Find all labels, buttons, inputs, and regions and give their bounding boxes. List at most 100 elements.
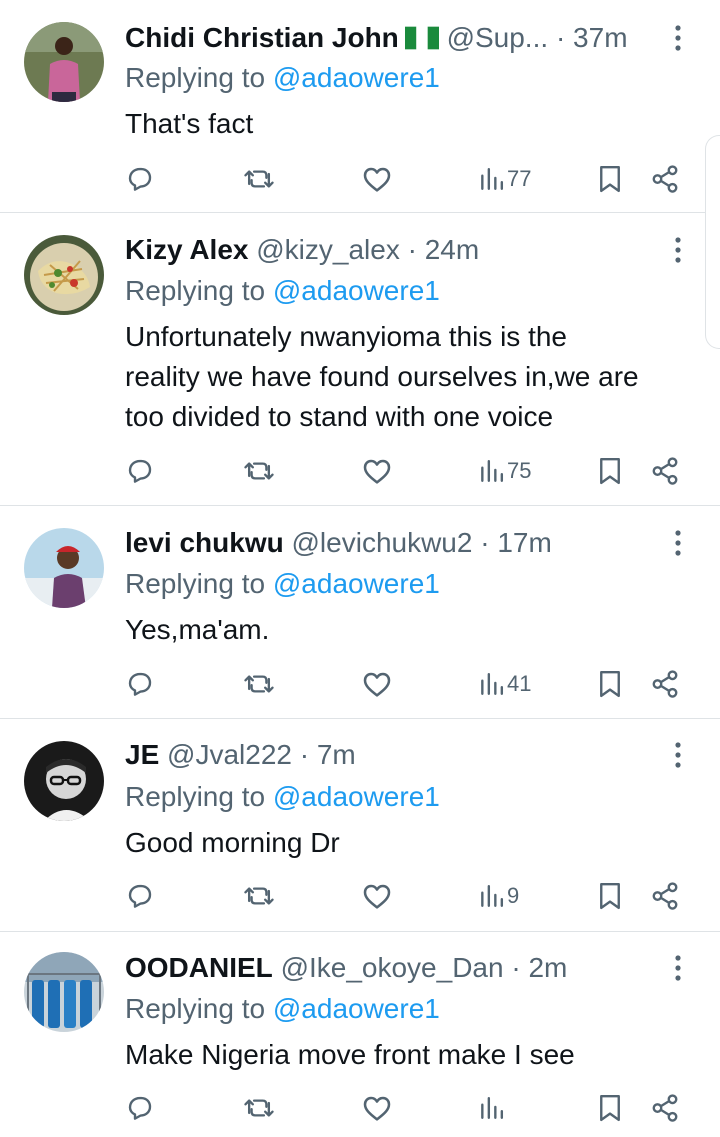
handle[interactable]: @Jval222: [167, 739, 292, 770]
bookmark-button[interactable]: [597, 159, 623, 199]
replying-to: Replying to @adaowere1: [125, 566, 440, 602]
like-button[interactable]: [361, 664, 393, 704]
bookmark-button[interactable]: [597, 1088, 623, 1128]
action-bar: 75: [0, 451, 720, 491]
timestamp[interactable]: 7m: [317, 739, 356, 770]
reply-button[interactable]: [125, 1088, 155, 1128]
views-button[interactable]: [478, 1088, 507, 1128]
bookmark-button[interactable]: [597, 876, 623, 916]
repost-button[interactable]: [243, 1088, 275, 1128]
more-options-icon[interactable]: [668, 950, 688, 986]
reply-button[interactable]: [125, 876, 155, 916]
reply-item[interactable]: OODANIEL @Ike_okoye_Dan · 2m Replying to…: [0, 932, 720, 1136]
views-count: 75: [507, 458, 532, 483]
reply-button[interactable]: [125, 159, 155, 199]
like-button[interactable]: [361, 1088, 393, 1128]
share-button[interactable]: [650, 1088, 680, 1128]
handle[interactable]: @Sup...: [447, 22, 549, 53]
like-button[interactable]: [361, 451, 393, 491]
avatar[interactable]: [24, 22, 104, 102]
replying-to: Replying to @adaowere1: [125, 779, 440, 815]
reply-header: Chidi Christian John @Sup... · 37m: [125, 20, 660, 59]
bookmark-icon: [600, 1094, 620, 1122]
timestamp[interactable]: 24m: [425, 234, 479, 265]
reply-header: Kizy Alex @kizy_alex · 24m: [125, 232, 660, 268]
mention-link[interactable]: @adaowere1: [273, 993, 440, 1024]
reply-button[interactable]: [125, 664, 155, 704]
views-button[interactable]: 77: [478, 159, 531, 199]
reply-item[interactable]: JE @Jval222 · 7m Replying to @adaowere1 …: [0, 719, 720, 931]
repost-button[interactable]: [243, 451, 275, 491]
replying-prefix: Replying to: [125, 568, 266, 599]
more-options-icon[interactable]: [668, 232, 688, 268]
mention-link[interactable]: @adaowere1: [273, 275, 440, 306]
repost-button[interactable]: [243, 664, 275, 704]
repost-icon: [244, 675, 274, 693]
like-button[interactable]: [361, 159, 393, 199]
views-button[interactable]: 41: [478, 664, 531, 704]
share-button[interactable]: [650, 664, 680, 704]
reply-text-line: Good morning Dr: [125, 827, 340, 858]
heart-icon: [363, 459, 391, 484]
repost-button[interactable]: [243, 876, 275, 916]
handle[interactable]: @Ike_okoye_Dan: [281, 952, 504, 983]
bookmark-button[interactable]: [597, 664, 623, 704]
separator-dot: ·: [407, 234, 417, 265]
reply-text: Yes,ma'am.: [125, 610, 696, 650]
more-options-icon[interactable]: [668, 737, 688, 773]
more-options-icon[interactable]: [668, 525, 688, 561]
reply-text: Good morning Dr: [125, 823, 696, 863]
more-options-icon[interactable]: [668, 20, 688, 56]
handle[interactable]: @levichukwu2: [292, 527, 473, 558]
share-button[interactable]: [650, 159, 680, 199]
action-bar: 77: [0, 159, 720, 199]
like-button[interactable]: [361, 876, 393, 916]
avatar[interactable]: [24, 528, 104, 608]
share-button[interactable]: [650, 451, 680, 491]
timestamp[interactable]: 37m: [573, 22, 627, 53]
separator-dot: ·: [511, 952, 521, 983]
display-name[interactable]: OODANIEL: [125, 952, 273, 983]
reply-button[interactable]: [125, 451, 155, 491]
display-name[interactable]: Chidi Christian John: [125, 22, 399, 53]
views-chart-icon: [481, 885, 504, 907]
views-button[interactable]: 75: [478, 451, 531, 491]
avatar[interactable]: [24, 235, 104, 315]
reply-item[interactable]: levi chukwu @levichukwu2 · 17m Replying …: [0, 506, 720, 718]
mention-link[interactable]: @adaowere1: [273, 781, 440, 812]
reply-text: Unfortunately nwanyioma this is the real…: [125, 317, 696, 437]
bookmark-button[interactable]: [597, 451, 623, 491]
replying-prefix: Replying to: [125, 781, 266, 812]
mention-link[interactable]: @adaowere1: [273, 62, 440, 93]
display-name[interactable]: Kizy Alex: [125, 234, 248, 265]
handle[interactable]: @kizy_alex: [256, 234, 400, 265]
action-bar: [0, 1088, 720, 1128]
man-red-cap-avatar-icon: [24, 528, 104, 608]
views-button[interactable]: 9: [478, 876, 519, 916]
repost-button[interactable]: [243, 159, 275, 199]
reply-icon: [128, 459, 152, 483]
separator-dot: ·: [299, 739, 310, 770]
avatar[interactable]: [24, 952, 104, 1032]
reply-item[interactable]: Kizy Alex @kizy_alex · 24m Replying to @…: [0, 213, 720, 505]
views-chart-icon: [481, 460, 504, 482]
share-button[interactable]: [650, 876, 680, 916]
timestamp[interactable]: 2m: [528, 952, 567, 983]
timestamp[interactable]: 17m: [497, 527, 551, 558]
reply-text-line: Yes,ma'am.: [125, 614, 270, 645]
reply-item[interactable]: Chidi Christian John @Sup... · 37m Reply…: [0, 0, 720, 212]
heart-icon: [363, 672, 391, 697]
repost-icon: [244, 1099, 274, 1117]
display-name[interactable]: JE: [125, 739, 159, 770]
display-name[interactable]: levi chukwu: [125, 527, 284, 558]
repost-icon: [244, 462, 274, 480]
scroll-handle[interactable]: [705, 135, 720, 349]
heart-icon: [363, 167, 391, 192]
bookmark-icon: [600, 670, 620, 698]
avatar[interactable]: [24, 741, 104, 821]
views-count: 9: [507, 883, 520, 908]
share-icon: [652, 165, 678, 193]
heart-icon: [363, 884, 391, 909]
mention-link[interactable]: @adaowere1: [273, 568, 440, 599]
replying-prefix: Replying to: [125, 993, 266, 1024]
